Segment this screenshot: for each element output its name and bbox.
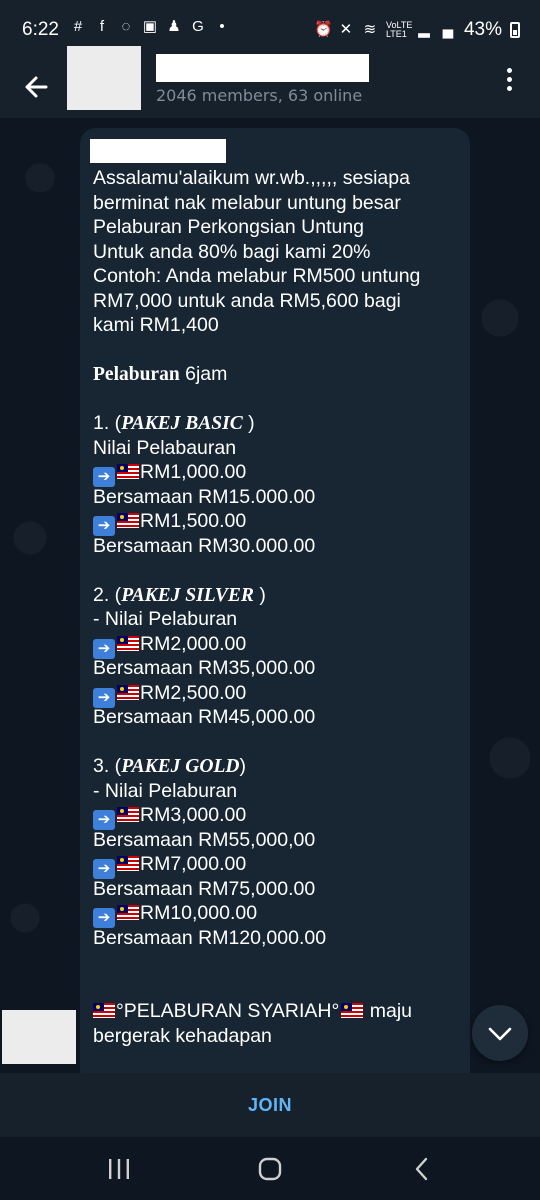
package-prefix: 1. ( [93,412,122,434]
group-avatar[interactable] [67,46,141,110]
amount-text: RM1,000.00 [140,461,247,483]
message-line: Contoh: Anda melabur RM500 untung [93,265,421,287]
message-text: Assalamu'alaikum wr.wb.,,,,, sesiapa ber… [93,166,465,1048]
message-line: kami RM1,400 [93,314,219,336]
messenger-icon: ◌ [121,18,131,35]
package-suffix: ) [242,412,255,434]
malaysia-flag-icon [117,513,139,528]
package-name: PAKEJ BASIC [121,413,243,434]
package-label: - Nilai Pelaburan [93,779,238,802]
member-status: 2046 members, 63 online [156,86,363,105]
mute-icon: ✕ [339,21,353,38]
malaysia-flag-icon [117,856,139,871]
heading-bold: Pelaburan [93,364,180,385]
tier-amount: ➔ RM2,500.00 [93,681,465,708]
package-prefix: 2. ( [93,583,122,606]
wifi-icon: ≋ [363,21,377,38]
tier-amount: ➔ RM10,000.00 [93,901,465,928]
message-line: Pelaburan Perkongsian Untung [93,216,365,238]
sender-avatar[interactable] [2,1010,76,1064]
message-line: berminat nak melabur untung besar [93,191,401,214]
footer-title: °PELABURAN SYARIAH° [116,1000,340,1022]
signal-2-icon: ▄ [442,21,454,38]
system-icons: ⏰ ✕ ≋ VoLTE LTE1 ▂ ▄ 43% [314,19,520,41]
package-prefix: 3. ( [93,755,122,777]
package-label: - Nilai Pelaburan [93,608,238,630]
lte-label: LTE1 [385,29,407,39]
footer-after: maju [364,1000,412,1022]
shopee-icon: ▣ [142,18,158,35]
google-icon: G [192,18,204,35]
malaysia-flag-icon [117,464,139,479]
package-title: 3. (PAKEJ GOLD) [93,754,465,779]
home-icon[interactable] [258,1157,282,1181]
tier-equivalent: Bersamaan RM55,000,00 [93,828,316,851]
snapchat-icon: ♟ [167,18,181,35]
tier-equivalent: Bersamaan RM30.000.00 [93,534,316,557]
package-title: 2. (PAKEJ SILVER ) [93,583,465,608]
package-name: PAKEJ SILVER [121,584,254,606]
group-name-redacted[interactable] [156,54,369,82]
tier-equivalent: Bersamaan RM75,000.00 [93,877,316,900]
join-bar: JOIN [0,1073,540,1137]
tier-equivalent: Bersamaan RM35,000.00 [93,657,316,679]
malaysia-flag-icon [117,684,139,700]
tier-equivalent: Bersamaan RM15.000.00 [93,485,316,508]
sender-name-redacted[interactable] [90,139,226,163]
tier-amount: ➔ RM2,000.00 [93,632,465,659]
more-menu-icon[interactable] [494,64,524,98]
amount-text: RM1,500.00 [140,510,247,532]
volte-icon: VoLTE LTE1 [385,21,412,39]
notification-icons: # f ◌ ▣ ♟ G • [70,19,230,35]
slack-icon: # [73,18,83,35]
amount-text: RM3,000.00 [140,804,247,826]
amount-text: RM7,000.00 [140,853,247,875]
back-nav-icon[interactable] [410,1157,434,1181]
tier-amount: ➔ RM7,000.00 [93,852,465,879]
message-line: RM7,000 untuk anda RM5,600 bagi [93,289,401,312]
join-button[interactable]: JOIN [248,1095,292,1116]
amount-text: RM2,000.00 [140,632,247,655]
dot-icon: • [219,18,225,35]
heading-rest: 6jam [179,363,228,385]
package-name: PAKEJ GOLD [121,756,240,777]
signal-icon: ▂ [418,21,430,38]
malaysia-flag-icon [117,807,139,822]
scroll-down-button[interactable] [472,1005,528,1061]
tier-amount: ➔ RM1,500.00 [93,509,465,536]
message-line: Untuk anda 80% bagi kami 20% [93,240,371,263]
package-title: 1. (PAKEJ BASIC ) [93,411,465,436]
malaysia-flag-icon [93,1003,115,1018]
tier-equivalent: Bersamaan RM120,000.00 [93,926,327,949]
malaysia-flag-icon [341,1003,364,1018]
system-nav-bar [0,1137,540,1200]
message-line: Assalamu'alaikum wr.wb.,,,,, sesiapa [93,167,410,189]
tier-amount: ➔ RM1,000.00 [93,460,465,487]
package-suffix: ) [239,755,246,777]
chevron-down-icon [488,1027,512,1041]
footer-line: °PELABURAN SYARIAH° maju [93,999,465,1024]
investment-heading: Pelaburan 6jam [93,362,465,387]
malaysia-flag-icon [117,905,139,920]
recents-icon[interactable] [106,1159,132,1179]
back-arrow-icon[interactable] [16,66,58,108]
status-time: 6:22 [22,19,59,40]
tier-equivalent: Bersamaan RM45,000.00 [93,706,316,728]
alarm-icon: ⏰ [313,21,333,38]
malaysia-flag-icon [117,635,139,651]
package-suffix: ) [253,583,266,606]
battery-icon [510,22,520,38]
facebook-icon: f [99,18,105,35]
tier-amount: ➔ RM3,000.00 [93,803,465,830]
package-label: Nilai Pelabauran [93,436,237,459]
footer-line-2: bergerak kehadapan [93,1024,272,1047]
battery-percent: 43% [463,19,502,40]
amount-text: RM2,500.00 [140,681,247,704]
amount-text: RM10,000.00 [140,902,258,924]
